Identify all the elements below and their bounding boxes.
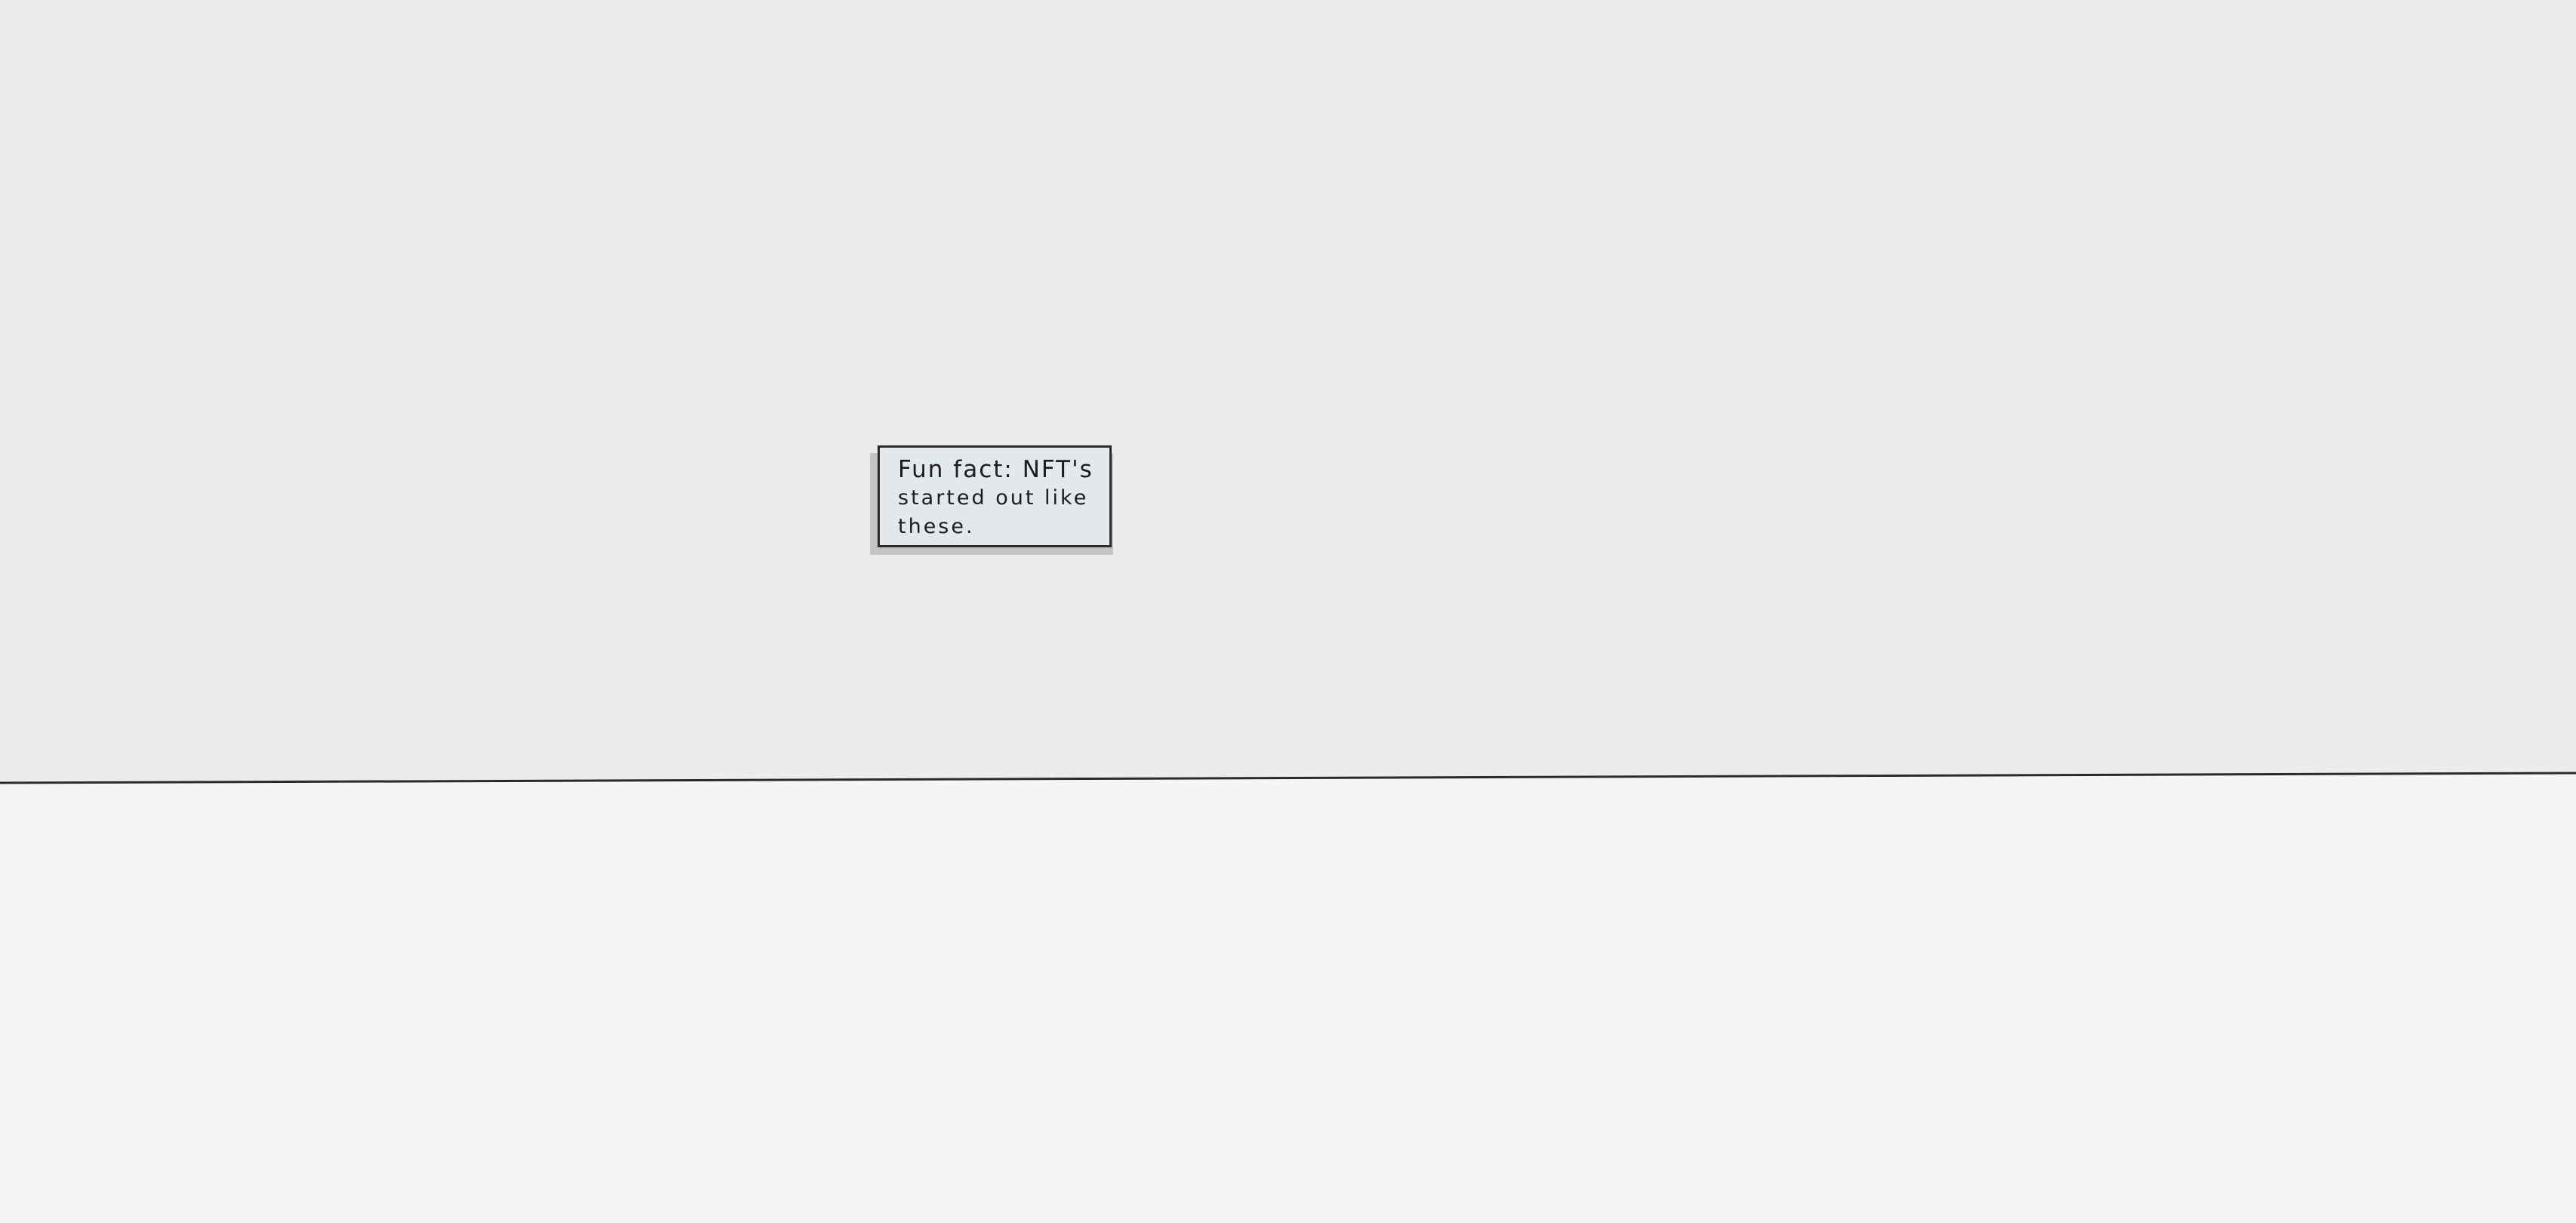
placard-line-3: these. <box>898 515 975 538</box>
gallery-wall <box>0 0 2576 782</box>
placard-line-1: Fun fact: NFT's <box>898 456 1094 483</box>
gallery-floor <box>0 782 2576 1223</box>
wall-placard: Fun fact: NFT's started out like these. <box>878 445 1112 547</box>
placard-line-2: started out like <box>898 486 1089 510</box>
gallery-scene: Fun fact: NFT's started out like these. <box>0 0 2576 1223</box>
placard-text: Fun fact: NFT's started out like these. <box>898 455 1097 541</box>
